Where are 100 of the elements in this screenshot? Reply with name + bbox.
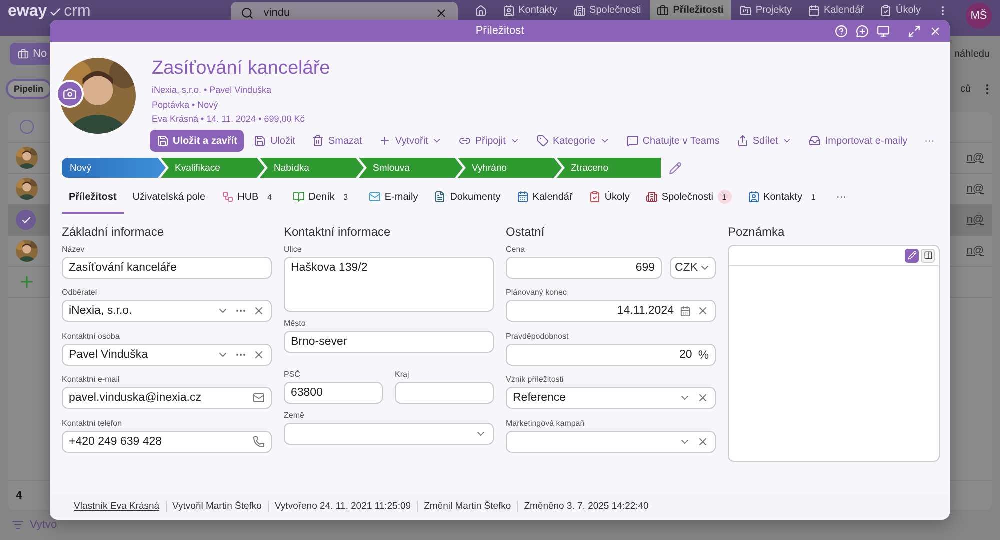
edit-mode-button[interactable] <box>905 248 919 262</box>
toolbar-button[interactable]: Připojit <box>452 130 527 152</box>
logo: eway crm <box>8 2 91 21</box>
toolbar-button[interactable]: Importovat e-maily <box>802 130 915 152</box>
row-email[interactable]: n@ <box>966 183 984 195</box>
tab[interactable]: E-maily <box>362 182 426 214</box>
status-text: Změněno 3. 7. 2025 14:22:40 <box>517 500 655 512</box>
record-meta: Eva Krásná • 14. 11. 2024 • 699,00 Kč <box>152 113 306 126</box>
pipeline-stage[interactable]: Nabídka <box>260 158 364 178</box>
close-icon[interactable] <box>434 7 448 20</box>
percent-field[interactable]: 20 % <box>506 344 716 366</box>
pipeline-stage[interactable]: Smlouva <box>359 158 463 178</box>
tab-count: 1 <box>718 190 732 204</box>
preview-mode-button[interactable] <box>921 248 935 262</box>
pipeline-stage[interactable]: Kvalifikace <box>161 158 265 178</box>
calendar-icon <box>516 191 529 203</box>
mail-icon[interactable] <box>253 392 265 404</box>
tab[interactable]: Kalendář <box>510 182 580 214</box>
tab-count: 3 <box>342 192 350 204</box>
tab[interactable]: HUB 4 <box>214 182 284 214</box>
tab[interactable]: Dokumenty <box>427 182 508 214</box>
toolbar-button[interactable]: Sdílet <box>730 130 800 152</box>
dialog-title: Příležitost <box>476 25 524 37</box>
price-field[interactable]: 699 <box>506 257 662 279</box>
owner-link[interactable]: Vlastník Eva Krásná <box>74 500 166 512</box>
select-field[interactable]: Reference <box>506 387 716 410</box>
tab[interactable]: ··· <box>829 182 854 214</box>
user-avatar[interactable]: MŠ <box>966 3 992 29</box>
pipeline-stage[interactable]: Ztraceno <box>557 158 661 178</box>
pipeline-stage[interactable]: Nový <box>62 158 166 178</box>
contact-card-icon <box>502 5 515 17</box>
date-field[interactable]: 14.11.2024 <box>506 300 716 322</box>
pencil-icon <box>908 251 916 260</box>
check-icon[interactable] <box>16 210 36 230</box>
street-field[interactable]: Haškova 139/2 <box>284 257 494 312</box>
status-text: Vytvořil Martin Štefko <box>166 500 268 512</box>
field-label: Kontaktní telefon <box>62 418 124 428</box>
text-field[interactable]: 63800 <box>284 382 383 404</box>
columns-label[interactable]: ců <box>960 84 971 94</box>
row-email[interactable]: n@ <box>966 214 984 226</box>
trash-icon <box>312 135 324 147</box>
field-label: PSČ <box>284 370 302 379</box>
clear-icon[interactable] <box>253 348 265 361</box>
tab[interactable]: Kontakty 1 <box>740 182 828 214</box>
section-title: Kontaktní informace <box>284 225 392 239</box>
clear-icon[interactable] <box>697 305 709 318</box>
clipboard-icon <box>880 5 892 17</box>
help-icon[interactable] <box>833 22 850 40</box>
field-label: Země <box>284 411 306 420</box>
text-field[interactable]: Brno-sever <box>284 331 494 353</box>
toolbar-button[interactable]: Uložit a zavřít <box>150 130 244 152</box>
tab[interactable]: Deník 3 <box>286 182 360 214</box>
link-icon <box>459 135 472 147</box>
pipeline-stage[interactable]: Vyhráno <box>458 158 562 178</box>
clear-icon[interactable] <box>253 305 265 318</box>
mail-icon <box>368 191 381 203</box>
row-email[interactable]: n@ <box>966 245 984 257</box>
camera-icon[interactable] <box>56 80 84 108</box>
plus-icon <box>379 135 392 147</box>
tab[interactable]: Úkoly <box>582 182 637 214</box>
tab[interactable]: Příležitost <box>62 182 124 214</box>
nav-item[interactable]: Kalendář <box>800 0 871 36</box>
tab[interactable]: Uživatelská pole <box>126 182 213 214</box>
select-all-radio[interactable] <box>20 120 34 134</box>
pencil-icon[interactable] <box>669 162 682 174</box>
email-field[interactable]: pavel.vinduska@inexia.cz <box>62 387 272 410</box>
journal-icon <box>292 191 305 203</box>
text-field[interactable] <box>395 382 494 404</box>
currency-select[interactable]: CZK <box>670 257 716 279</box>
tag-icon <box>536 135 549 147</box>
lookup-field[interactable]: iNexia, s.r.o. <box>62 300 272 322</box>
toolbar-button[interactable]: Smazat <box>305 130 370 152</box>
toolbar-button[interactable]: Vytvořit <box>372 130 450 152</box>
nav-item[interactable]: Úkoly <box>872 0 928 36</box>
toolbar-button[interactable]: Uložit <box>247 130 302 152</box>
pipeline-chip[interactable]: Pipelin <box>6 79 52 99</box>
row-email[interactable]: n@ <box>966 152 984 164</box>
nav-item[interactable]: Společnosti <box>566 0 648 36</box>
tab[interactable]: Společnosti 1 <box>638 182 739 214</box>
toolbar-button[interactable]: Chatujte v Teams <box>620 130 727 152</box>
phone-field[interactable]: +420 249 639 428 <box>62 430 272 453</box>
text-field[interactable]: Zasíťování kanceláře <box>62 257 272 279</box>
select-field[interactable] <box>506 430 716 453</box>
toolbar-button[interactable]: Kategorie <box>530 130 617 152</box>
more-button[interactable]: ··· <box>918 130 942 152</box>
building-icon <box>646 191 658 203</box>
section-title: Poznámka <box>728 225 786 239</box>
building-icon <box>574 5 586 17</box>
nav-item[interactable]: Projekty <box>732 0 799 36</box>
field-label: Plánovaný konec <box>506 288 568 298</box>
chat-plus-icon[interactable] <box>854 22 871 40</box>
select-field[interactable] <box>284 423 494 445</box>
field-label: Kontaktní osoba <box>62 332 121 341</box>
preview-label[interactable]: náhledu <box>954 48 990 60</box>
clear-icon[interactable] <box>697 436 709 448</box>
clear-icon[interactable] <box>697 392 709 404</box>
calendar-icon <box>808 5 820 17</box>
phone-icon[interactable] <box>253 436 265 448</box>
lookup-field[interactable]: Pavel Vinduška <box>62 344 272 366</box>
calendar-icon[interactable] <box>680 306 691 317</box>
